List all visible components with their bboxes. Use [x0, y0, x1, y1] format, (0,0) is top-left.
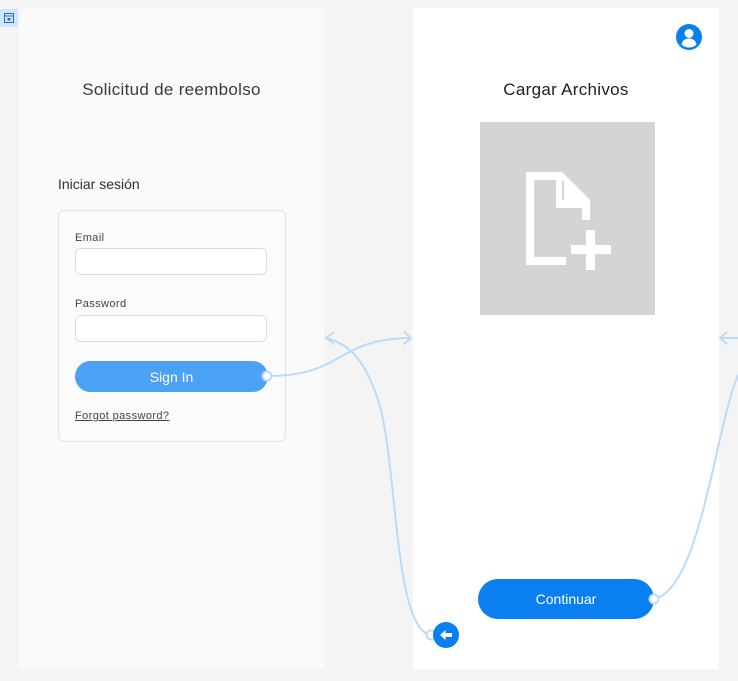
- password-label: Password: [75, 298, 127, 310]
- login-card: Email Password Sign In Forgot password?: [58, 210, 286, 442]
- file-add-icon: [526, 172, 611, 270]
- upload-artboard: Cargar Archivos Continuar: [413, 8, 719, 669]
- arrowhead-login: [324, 331, 335, 345]
- user-circle-icon[interactable]: [675, 23, 703, 51]
- back-button[interactable]: [433, 622, 459, 648]
- login-artboard: Solicitud de reembolso Iniciar sesión Em…: [19, 8, 324, 669]
- arrowhead-right: [718, 331, 728, 345]
- upload-title: Cargar Archivos: [503, 80, 629, 99]
- email-label: Email: [75, 232, 105, 244]
- arrow-left-icon: [440, 630, 452, 640]
- arrowhead-upload: [403, 331, 413, 345]
- sign-in-button[interactable]: Sign In: [75, 361, 268, 392]
- signin-heading: Iniciar sesión: [58, 176, 140, 192]
- page-title: Solicitud de reembolso: [82, 80, 261, 99]
- email-field[interactable]: [75, 248, 267, 275]
- password-field[interactable]: [75, 315, 267, 342]
- upload-area[interactable]: [480, 122, 655, 315]
- frame-icon[interactable]: [0, 9, 18, 27]
- forgot-password-link[interactable]: Forgot password?: [75, 410, 169, 422]
- continue-button[interactable]: Continuar: [478, 579, 654, 619]
